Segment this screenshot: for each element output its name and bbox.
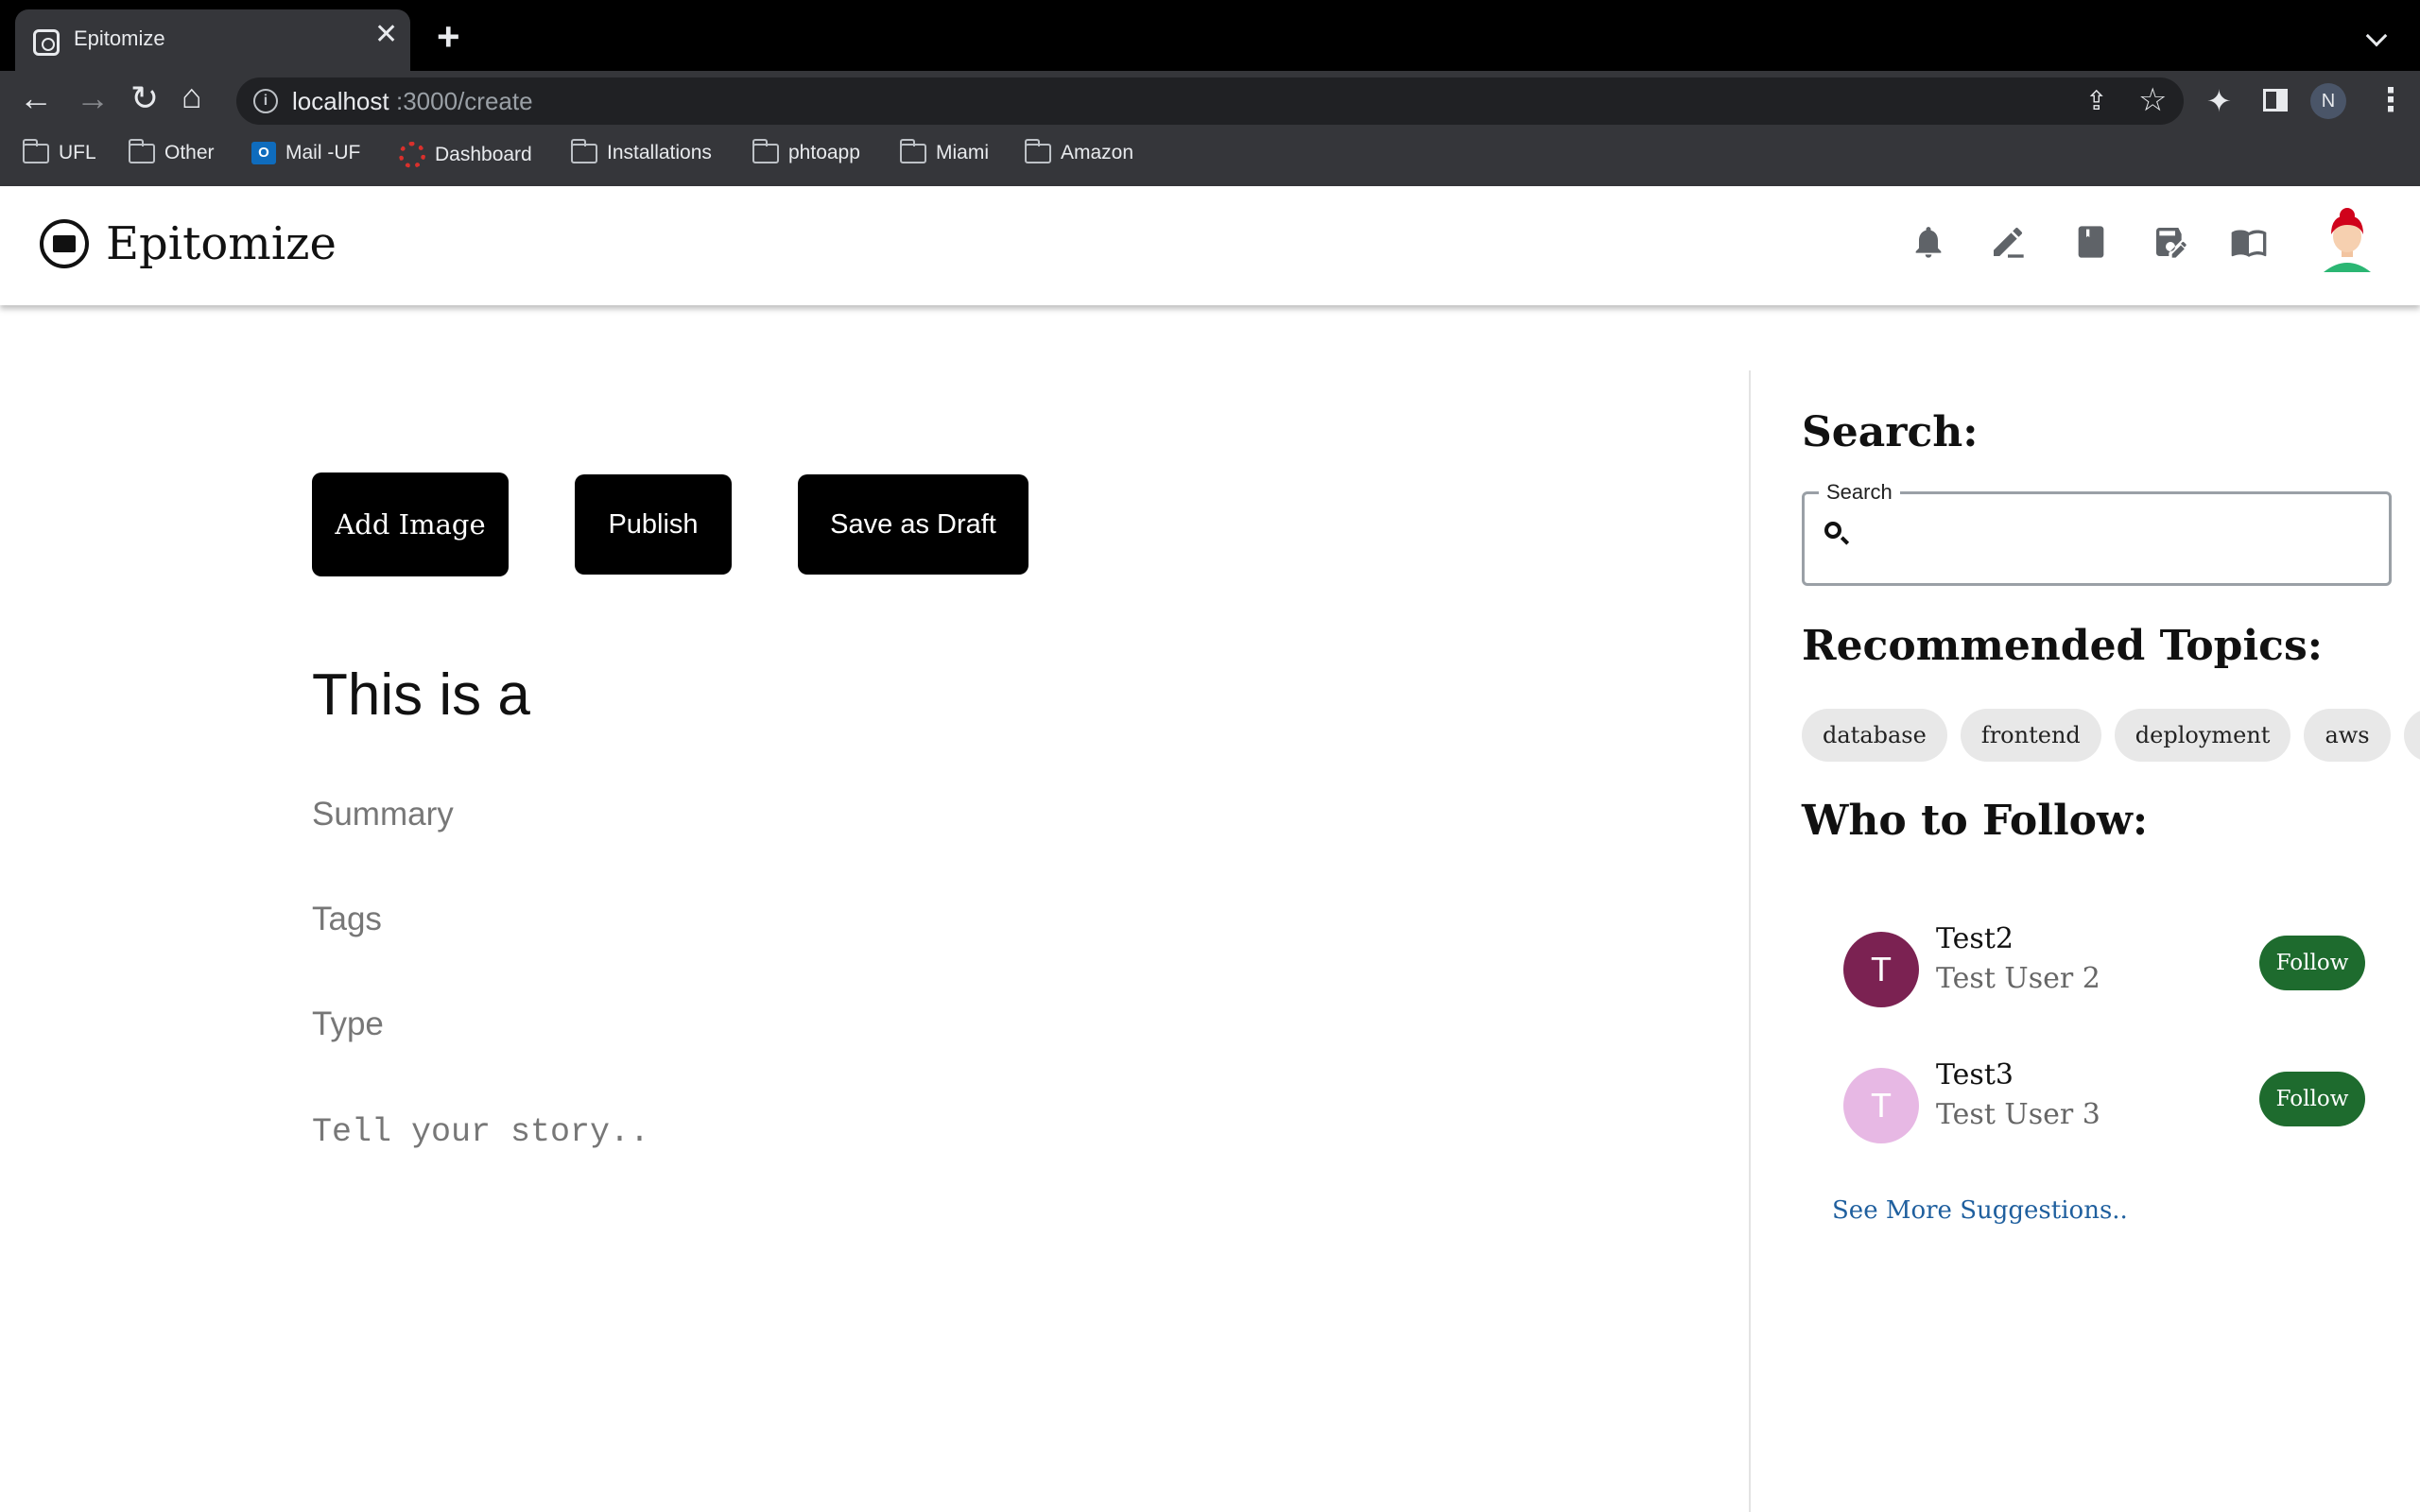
forward-icon[interactable]: →	[76, 81, 110, 115]
folder-icon	[752, 138, 779, 163]
home-icon[interactable]: ⌂	[182, 79, 202, 113]
extensions-icon[interactable]: ✦	[2206, 83, 2232, 119]
avatar[interactable]: T	[1843, 932, 1919, 1007]
topic-chip-database[interactable]: database	[1802, 709, 1947, 762]
user-full-name: Test User 3	[1936, 1098, 2100, 1131]
tab-title: Epitomize	[74, 26, 165, 50]
folder-icon	[129, 138, 155, 163]
search-icon	[1824, 522, 1841, 539]
folder-icon	[571, 138, 597, 163]
back-icon[interactable]: ←	[19, 81, 53, 115]
user-full-name: Test User 2	[1936, 962, 2100, 995]
type-input[interactable]: Type	[312, 1005, 384, 1043]
save-draft-icon[interactable]	[2152, 223, 2189, 267]
follow-button[interactable]: Follow	[2259, 1072, 2365, 1126]
menu-icon[interactable]: ⋮	[2375, 81, 2407, 119]
bookmark-label: Mail -UF	[285, 142, 361, 163]
folder-icon	[1025, 138, 1051, 163]
profile-avatar[interactable]: N	[2310, 83, 2346, 119]
url-path[interactable]: :3000/create	[396, 87, 533, 116]
close-tab-icon[interactable]: ✕	[374, 21, 398, 49]
bookmark-label: Amazon	[1061, 142, 1134, 163]
bookmark-phtoapp[interactable]: phtoapp	[752, 138, 860, 164]
search-input[interactable]	[1862, 510, 2373, 567]
see-more-suggestions-link[interactable]: See More Suggestions..	[1832, 1196, 2128, 1225]
url-host[interactable]: localhost	[292, 87, 389, 116]
publish-button[interactable]: Publish	[575, 474, 732, 575]
bookmark-label: Miami	[936, 142, 989, 163]
topics-list: database frontend deployment aws softwar…	[1802, 709, 2420, 762]
folder-icon	[900, 138, 926, 163]
topic-chip-deployment[interactable]: deployment	[2114, 709, 2291, 762]
bookmark-label: UFL	[59, 142, 96, 163]
user-avatar[interactable]	[2318, 206, 2377, 274]
bookmark-amazon[interactable]: Amazon	[1025, 138, 1134, 164]
side-panel-icon[interactable]	[2263, 89, 2288, 112]
pen-icon[interactable]	[1989, 223, 2027, 267]
bookmark-label: Other	[164, 142, 215, 163]
topic-chip-frontend[interactable]: frontend	[1960, 709, 2101, 762]
book-icon[interactable]	[2072, 223, 2110, 267]
outlook-icon: O	[251, 142, 276, 164]
new-tab-icon[interactable]: +	[437, 17, 460, 57]
tags-input[interactable]: Tags	[312, 901, 382, 938]
folder-icon	[23, 138, 49, 163]
bookmark-dashboard[interactable]: Dashboard	[399, 142, 532, 168]
bookmark-label: phtoapp	[788, 142, 860, 163]
logo-text[interactable]: Epitomize	[106, 217, 337, 270]
share-icon[interactable]: ⇪	[2085, 85, 2107, 116]
reload-icon[interactable]: ↻	[130, 81, 159, 115]
star-icon[interactable]: ☆	[2138, 81, 2167, 119]
logo-icon[interactable]	[40, 219, 89, 268]
app-header	[0, 186, 2420, 305]
reading-icon[interactable]	[2229, 223, 2269, 267]
info-icon[interactable]: i	[253, 89, 278, 113]
post-title-input[interactable]: This is a	[312, 662, 530, 729]
bookmark-label: Dashboard	[435, 144, 532, 165]
username[interactable]: Test3	[1936, 1058, 2014, 1091]
recommended-topics-heading: Recommended Topics:	[1802, 622, 2323, 670]
bookmark-miami[interactable]: Miami	[900, 138, 989, 164]
add-image-button[interactable]: Add Image	[312, 472, 509, 576]
tab-favicon-icon	[33, 29, 60, 56]
dashboard-icon	[399, 142, 425, 168]
search-label: Search	[1819, 480, 1900, 505]
bookmark-label: Installations	[607, 142, 712, 163]
bookmark-installations[interactable]: Installations	[571, 138, 712, 164]
search-heading: Search:	[1802, 408, 1979, 456]
bookmark-mail-uf[interactable]: O Mail -UF	[251, 142, 360, 164]
bell-icon[interactable]	[1910, 223, 1947, 267]
username[interactable]: Test2	[1936, 922, 2014, 955]
story-textarea[interactable]: Tell your story..	[312, 1113, 649, 1151]
column-divider	[1749, 370, 1751, 1512]
topic-chip-software[interactable]: software	[2403, 709, 2420, 762]
avatar[interactable]: T	[1843, 1068, 1919, 1143]
follow-button[interactable]: Follow	[2259, 936, 2365, 990]
save-as-draft-button[interactable]: Save as Draft	[798, 474, 1028, 575]
topic-chip-aws[interactable]: aws	[2304, 709, 2391, 762]
bookmark-other[interactable]: Other	[129, 138, 215, 164]
summary-input[interactable]: Summary	[312, 796, 454, 833]
who-to-follow-heading: Who to Follow:	[1802, 797, 2149, 845]
bookmark-ufl[interactable]: UFL	[23, 138, 96, 164]
